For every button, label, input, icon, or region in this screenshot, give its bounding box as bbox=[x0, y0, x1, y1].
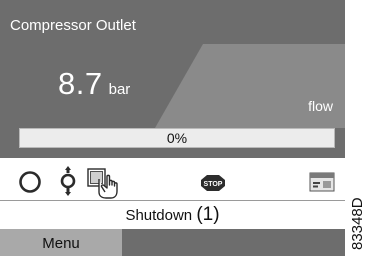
flow-label: flow bbox=[308, 98, 333, 114]
figure-number: 83348D bbox=[349, 197, 365, 250]
divider bbox=[0, 200, 345, 201]
main-display-panel: Compressor Outlet 8.7 bar flow 0% bbox=[0, 0, 345, 158]
bottom-button-bar: Menu bbox=[0, 229, 345, 256]
controller-display: Compressor Outlet 8.7 bar flow 0% STOP S… bbox=[0, 0, 345, 256]
status-line: Shutdown (1) bbox=[0, 204, 345, 226]
status-callout: (1) bbox=[196, 204, 220, 225]
stop-sign-icon: STOP bbox=[201, 175, 225, 191]
status-icon-row: STOP bbox=[0, 165, 345, 199]
menu-button[interactable]: Menu bbox=[0, 229, 122, 256]
status-text: Shutdown bbox=[125, 207, 193, 224]
hand-on-display-icon bbox=[87, 168, 118, 199]
ring-icon bbox=[19, 171, 41, 193]
stop-sign-text: STOP bbox=[204, 181, 223, 188]
service-card-icon bbox=[309, 172, 335, 192]
flow-progress-bar: 0% bbox=[19, 128, 335, 148]
pressure-reading: 8.7 bar bbox=[58, 66, 130, 102]
pressure-value: 8.7 bbox=[58, 66, 103, 101]
pressure-unit: bar bbox=[108, 81, 131, 98]
remote-control-icon bbox=[60, 166, 76, 196]
panel-title: Compressor Outlet bbox=[10, 17, 136, 34]
progress-text: 0% bbox=[166, 130, 188, 146]
